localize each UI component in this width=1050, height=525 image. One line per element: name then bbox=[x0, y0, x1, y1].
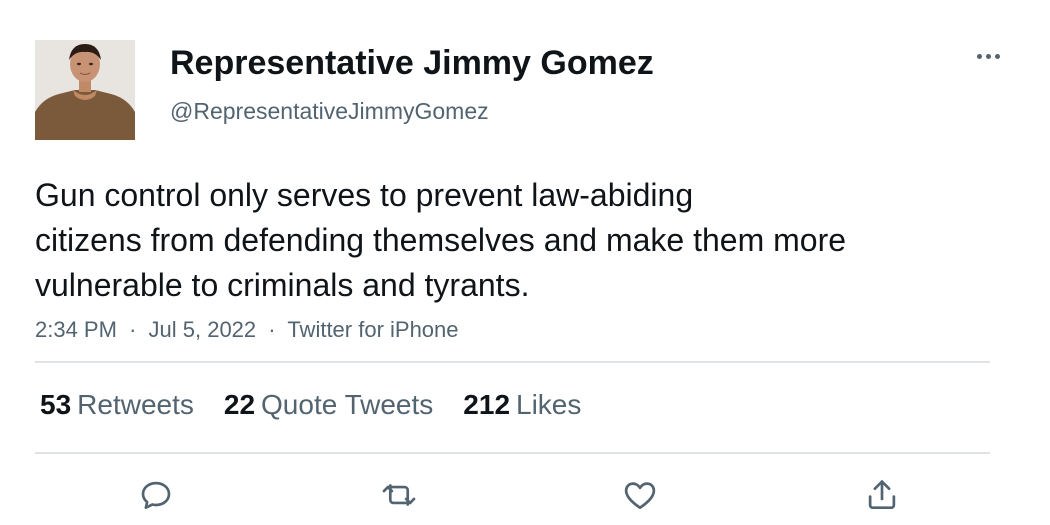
tweet-stats: 53 Retweets 22 Quote Tweets 212 Likes bbox=[40, 387, 611, 423]
more-dot bbox=[976, 53, 982, 59]
tweet-text: Gun control only serves to prevent law-a… bbox=[35, 173, 995, 308]
avatar[interactable] bbox=[35, 40, 135, 140]
author-display-name[interactable]: Representative Jimmy Gomez bbox=[170, 40, 654, 86]
quote-tweets-count: 22 bbox=[223, 389, 256, 420]
more-dot bbox=[994, 53, 1000, 59]
divider bbox=[35, 361, 990, 363]
reply-button[interactable] bbox=[135, 474, 177, 516]
divider bbox=[35, 452, 990, 454]
more-options-icon[interactable] bbox=[968, 44, 1008, 68]
likes-stat[interactable]: 212 Likes bbox=[463, 387, 581, 423]
author-handle[interactable]: @RepresentativeJimmyGomez bbox=[170, 96, 489, 126]
retweets-label: Retweets bbox=[77, 389, 194, 420]
avatar-image bbox=[35, 40, 135, 140]
quote-tweets-label: Quote Tweets bbox=[261, 389, 434, 420]
likes-label: Likes bbox=[516, 389, 582, 420]
tweet-time[interactable]: 2:34 PM bbox=[35, 317, 117, 342]
meta-separator: · bbox=[129, 317, 137, 342]
share-icon bbox=[868, 480, 896, 510]
reply-icon bbox=[141, 481, 171, 510]
share-button[interactable] bbox=[861, 474, 903, 516]
quote-tweets-stat[interactable]: 22 Quote Tweets bbox=[224, 387, 433, 423]
more-dot bbox=[985, 53, 991, 59]
tweet-source[interactable]: Twitter for iPhone bbox=[287, 317, 458, 342]
meta-separator: · bbox=[268, 317, 276, 342]
tweet-text-line: Gun control only serves to prevent law-a… bbox=[35, 177, 694, 213]
retweets-stat[interactable]: 53 Retweets bbox=[40, 387, 194, 423]
retweet-icon bbox=[382, 484, 416, 506]
retweets-count: 53 bbox=[40, 389, 72, 420]
tweet-text-line: citizens from defending themselves and m… bbox=[35, 222, 847, 258]
retweet-button[interactable] bbox=[378, 474, 420, 516]
like-button[interactable] bbox=[619, 474, 661, 516]
likes-count: 212 bbox=[463, 389, 511, 420]
tweet-date[interactable]: Jul 5, 2022 bbox=[149, 317, 257, 342]
tweet-metadata: 2:34 PM · Jul 5, 2022 · Twitter for iPho… bbox=[35, 316, 459, 344]
like-icon bbox=[624, 482, 656, 510]
tweet-text-line: vulnerable to criminals and tyrants. bbox=[35, 267, 530, 303]
